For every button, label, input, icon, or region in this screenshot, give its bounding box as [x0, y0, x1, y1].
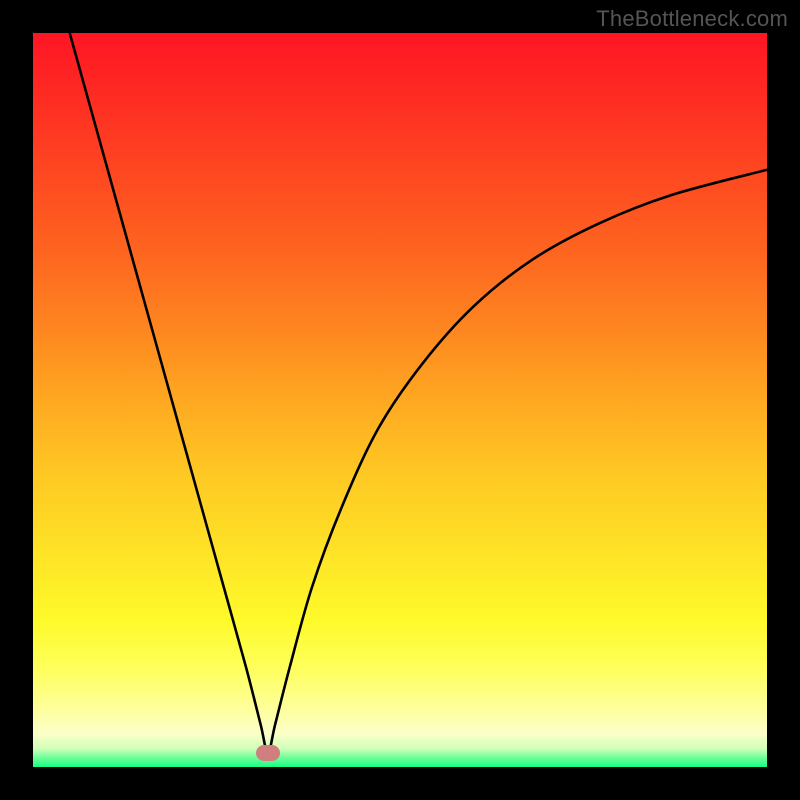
watermark-text: TheBottleneck.com [596, 6, 788, 32]
bottleneck-chart-svg [33, 33, 767, 767]
plot-area [33, 33, 767, 767]
chart-container: TheBottleneck.com [0, 0, 800, 800]
gradient-background [33, 33, 767, 767]
optimal-point-marker [256, 745, 280, 761]
